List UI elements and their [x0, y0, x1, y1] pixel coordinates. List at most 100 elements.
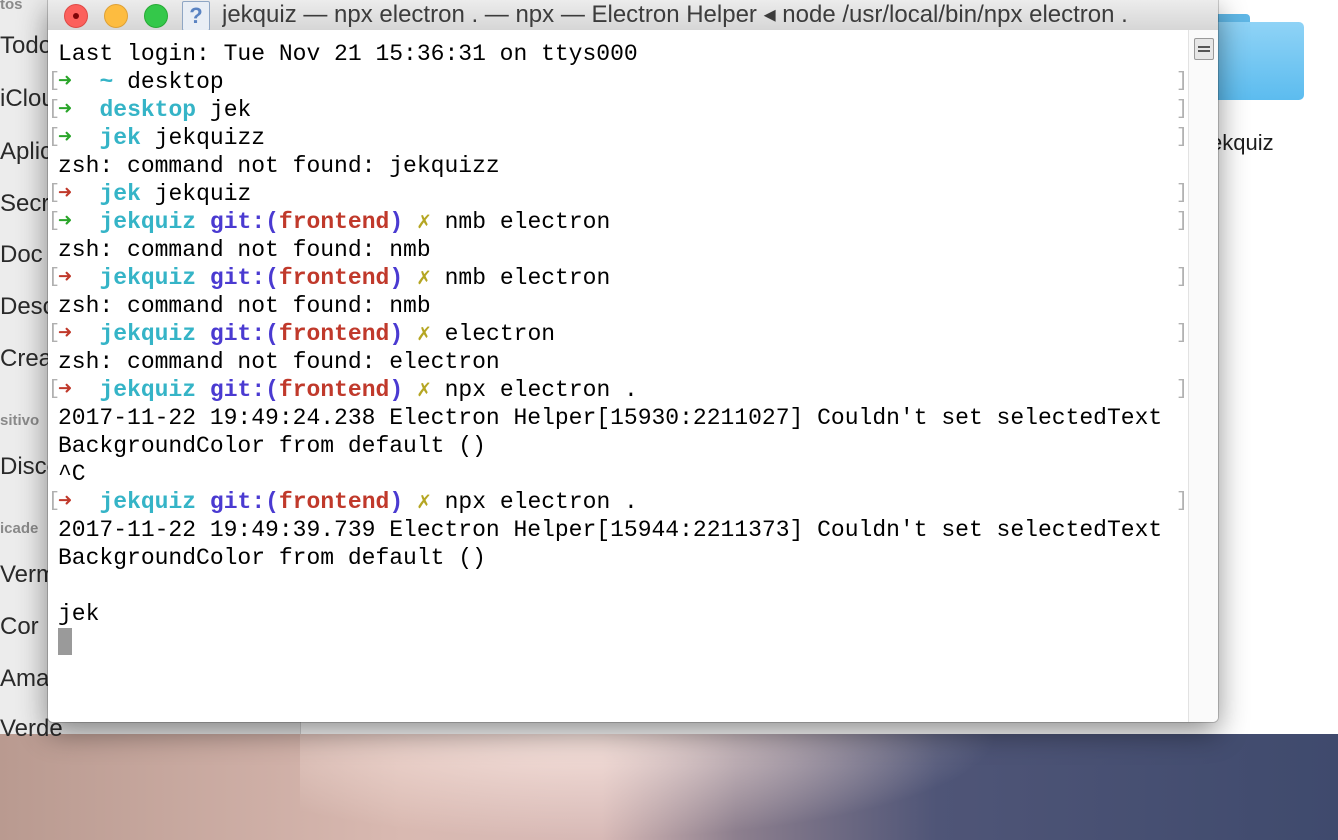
- mark-bracket: ]: [1176, 126, 1189, 149]
- prompt-arrow-icon: ➜: [58, 97, 72, 123]
- prompt-git-label: git:(: [209, 377, 279, 403]
- dirty-x-icon: ✗: [416, 209, 431, 235]
- terminal-line: zsh: command not found: jekquizz: [58, 153, 500, 179]
- terminal-line: ^C: [58, 461, 86, 487]
- prompt-command: jekquiz: [140, 181, 252, 207]
- terminal-line: 2017-11-22 19:49:39.739 Electron Helper[…: [58, 517, 1163, 543]
- prompt-command: nmb electron: [430, 265, 611, 291]
- sidebar-section-favorites: tos: [0, 0, 23, 13]
- mark-bracket: ]: [1176, 378, 1189, 401]
- prompt-dir: desktop: [99, 97, 197, 123]
- prompt-git-label: git:(: [209, 489, 279, 515]
- terminal-prompt-line: ➜ jekquiz git:(frontend) ✗ nmb electron: [58, 264, 610, 292]
- prompt-branch: frontend: [278, 265, 390, 291]
- sidebar-item-descargas[interactable]: Desc: [0, 293, 55, 321]
- terminal-line: zsh: command not found: nmb: [58, 293, 431, 319]
- terminal-prompt-line: ➜ jek jekquizz: [58, 124, 265, 152]
- prompt-git-close: ): [389, 265, 404, 291]
- dirty-x-icon: ✗: [416, 321, 431, 347]
- prompt-command: npx electron .: [430, 489, 638, 515]
- mark-bracket: ]: [1176, 490, 1189, 513]
- prompt-dir: jekquiz: [99, 489, 197, 515]
- sidebar-section-devices: sitivo: [0, 412, 40, 429]
- terminal-screen[interactable]: Last login: Tue Nov 21 15:36:31 on ttys0…: [48, 30, 1188, 722]
- mark-bracket: ]: [1176, 182, 1189, 205]
- sidebar-item-documentos[interactable]: Doc: [0, 241, 43, 269]
- prompt-dir: ~: [99, 69, 114, 95]
- sidebar-section-tags: icade: [0, 520, 39, 537]
- prompt-arrow-icon: ➜: [58, 377, 72, 403]
- mark-bracket: ]: [1176, 98, 1189, 121]
- prompt-dir: jekquiz: [99, 321, 197, 347]
- prompt-dir: jek: [99, 125, 141, 151]
- terminal-scrollbar[interactable]: [1188, 30, 1218, 722]
- wallpaper-mountain: [300, 734, 1000, 840]
- terminal-prompt-line: ➜ jekquiz git:(frontend) ✗ npx electron …: [58, 376, 638, 404]
- terminal-prompt-line: ➜ jek jekquiz: [58, 180, 251, 208]
- dirty-x-icon: ✗: [416, 377, 431, 403]
- prompt-branch: frontend: [278, 209, 390, 235]
- prompt-git-close: ): [389, 321, 404, 347]
- prompt-arrow-icon: ➜: [58, 209, 72, 235]
- sidebar-item-icloud[interactable]: iClou: [0, 85, 55, 113]
- prompt-arrow-icon: ➜: [58, 321, 72, 347]
- terminal-window: ? jekquiz — npx electron . — npx — Elect…: [48, 0, 1218, 722]
- terminal-line: jek: [58, 601, 100, 627]
- terminal-line: zsh: command not found: nmb: [58, 237, 431, 263]
- prompt-command: jekquizz: [140, 125, 266, 151]
- sidebar-item-todo[interactable]: Todo: [0, 32, 52, 60]
- terminal-line: zsh: command not found: electron: [58, 349, 500, 375]
- prompt-arrow-icon: ➜: [58, 265, 72, 291]
- prompt-command: npx electron .: [430, 377, 638, 403]
- prompt-branch: frontend: [278, 321, 390, 347]
- prompt-arrow-icon: ➜: [58, 125, 72, 151]
- folder-label[interactable]: ekquiz: [1210, 130, 1274, 156]
- terminal-prompt-line: ➜ desktop jek: [58, 96, 251, 124]
- sidebar-item-aplicaciones[interactable]: Aplic: [0, 138, 52, 166]
- prompt-git-close: ): [389, 209, 404, 235]
- prompt-dir: jekquiz: [99, 377, 197, 403]
- sidebar-item-secr[interactable]: Secr: [0, 190, 49, 218]
- prompt-git-label: git:(: [209, 321, 279, 347]
- mark-bracket: ]: [1176, 70, 1189, 93]
- terminal-prompt-line: ➜ jekquiz git:(frontend) ✗ npx electron …: [58, 488, 638, 516]
- prompt-branch: frontend: [278, 377, 390, 403]
- mark-bracket: ]: [1176, 210, 1189, 233]
- close-window-button[interactable]: [64, 4, 88, 28]
- mark-bracket: ]: [1176, 266, 1189, 289]
- sidebar-item-creative[interactable]: Crea: [0, 345, 52, 373]
- terminal-prompt-line: ➜ jekquiz git:(frontend) ✗ nmb electron: [58, 208, 610, 236]
- prompt-command: jek: [196, 97, 252, 123]
- maximize-window-button[interactable]: [144, 4, 168, 28]
- prompt-command: desktop: [113, 69, 224, 95]
- prompt-dir: jekquiz: [99, 265, 197, 291]
- window-title: jekquiz — npx electron . — npx — Electro…: [222, 1, 1128, 28]
- terminal-line: BackgroundColor from default (): [58, 433, 486, 459]
- prompt-arrow-icon: ➜: [58, 489, 72, 515]
- terminal-prompt-line: ➜ ~ desktop: [58, 68, 224, 96]
- minimize-window-button[interactable]: [104, 4, 128, 28]
- prompt-dir: jek: [99, 181, 141, 207]
- mark-bracket: ]: [1176, 322, 1189, 345]
- prompt-arrow-icon: ➜: [58, 69, 72, 95]
- sidebar-tag-amarillo[interactable]: Ama: [0, 665, 49, 693]
- split-pane-icon[interactable]: [1194, 38, 1214, 60]
- terminal-titlebar[interactable]: ? jekquiz — npx electron . — npx — Elect…: [48, 0, 1218, 31]
- terminal-line: BackgroundColor from default (): [58, 545, 486, 571]
- prompt-branch: frontend: [278, 489, 390, 515]
- prompt-arrow-icon: ➜: [58, 181, 72, 207]
- terminal-line: 2017-11-22 19:49:24.238 Electron Helper[…: [58, 405, 1163, 431]
- terminal-prompt-line: ➜ jekquiz git:(frontend) ✗ electron: [58, 320, 555, 348]
- prompt-dir: jekquiz: [99, 209, 197, 235]
- dirty-x-icon: ✗: [416, 489, 431, 515]
- text-cursor: [58, 628, 72, 655]
- prompt-git-close: ): [389, 377, 404, 403]
- prompt-git-label: git:(: [209, 265, 279, 291]
- sidebar-tag-cor[interactable]: Cor: [0, 613, 39, 641]
- prompt-git-close: ): [389, 489, 404, 515]
- dirty-x-icon: ✗: [416, 265, 431, 291]
- terminal-line: Last login: Tue Nov 21 15:36:31 on ttys0…: [58, 41, 638, 67]
- prompt-git-label: git:(: [209, 209, 279, 235]
- prompt-command: electron: [430, 321, 556, 347]
- prompt-command: nmb electron: [430, 209, 611, 235]
